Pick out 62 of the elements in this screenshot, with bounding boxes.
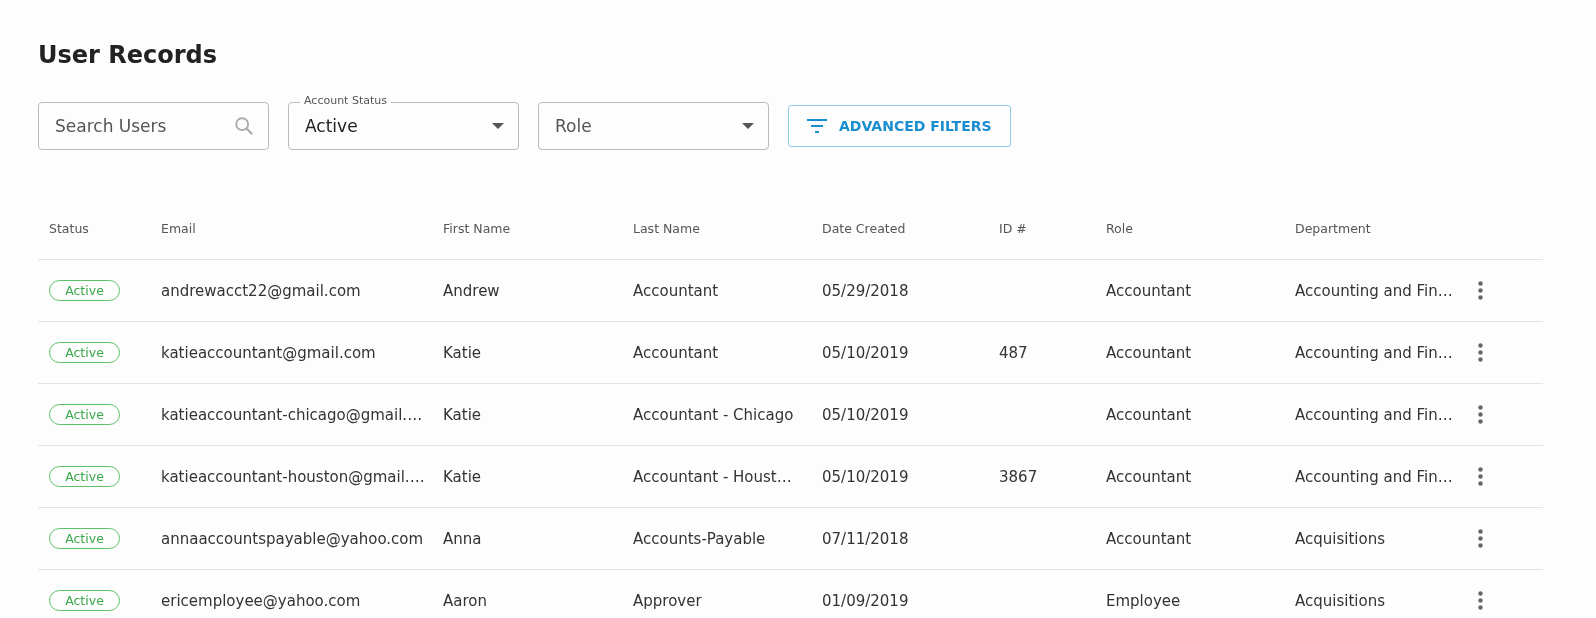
column-header[interactable]: Status [38,221,150,236]
column-header[interactable]: Department [1284,221,1470,236]
table-cell-text: Accounting and Fin… [1294,405,1454,424]
table-cell-text: Employee [1105,591,1182,610]
table-cell-text: Andrew [442,281,501,300]
kebab-icon [1478,467,1483,486]
table-cell-text: Katie [442,405,483,424]
table-cell-text: Accounts-Payable [632,529,767,548]
kebab-icon [1478,591,1483,610]
search-field[interactable]: Search Users [38,102,269,150]
table-cell-text: Anna [442,529,483,548]
table-cell-text: katieaccountant@gmail.com [160,343,377,362]
table-cell-text: Katie [442,467,483,486]
column-header[interactable]: ID # [988,221,1095,236]
table-cell-text: 01/09/2019 [821,591,910,610]
field-placeholder: Role [555,116,593,136]
table-cell-text: 05/10/2019 [821,343,910,362]
kebab-icon [1478,529,1483,548]
page-title: User Records [38,40,218,71]
table-cell-text: katieaccountant-chicago@gmail.… [160,405,424,424]
table-cell-text: Aaron [442,591,488,610]
table-cell-text: andrewacct22@gmail.com [160,281,362,300]
table-cell-text: Accountant [1105,467,1193,486]
caret-icon [742,123,754,129]
table-cell-text: 07/11/2018 [821,529,910,548]
table-cell-text: 487 [998,343,1029,362]
field-value: Active [305,116,359,136]
table-cell-text: Accountant - Houst… [632,467,793,486]
table-cell-text: katieaccountant-houston@gmail.… [160,467,426,486]
table-cell-text: Accountant [632,281,720,300]
table-cell-text: Accountant [1105,529,1193,548]
table-cell-text: Acquisitions [1294,591,1386,610]
dropdown-field[interactable]: Role [538,102,769,150]
column-header[interactable]: Date Created [811,221,988,236]
kebab-icon [1478,405,1483,424]
table-cell-text: annaaccountspayable@yahoo.com [160,529,425,548]
table-cell-text: Accounting and Fin… [1294,281,1454,300]
table-cell-text: ericemployee@yahoo.com [160,591,362,610]
table-cell-text: Acquisitions [1294,529,1386,548]
filter-icon [807,119,827,133]
table-cell-text: Approver [632,591,703,610]
table-cell-text: Accountant [1105,281,1193,300]
table-cell-text: Accountant [1105,405,1193,424]
column-header[interactable]: First Name [432,221,622,236]
table-cell-text: Accounting and Fin… [1294,467,1454,486]
table-cell-text: Accountant [632,343,720,362]
caret-icon [492,123,504,129]
table-cell-text: 05/10/2019 [821,405,910,424]
column-header[interactable]: Last Name [622,221,811,236]
column-header[interactable]: Role [1095,221,1284,236]
advanced-filters-button[interactable]: ADVANCED FILTERS [788,105,1011,147]
table-cell-text: 05/10/2019 [821,467,910,486]
kebab-icon [1478,281,1483,300]
column-header[interactable]: Email [150,221,432,236]
table-cell-text: Accountant [1105,343,1193,362]
table-cell-text: Accounting and Fin… [1294,343,1454,362]
table-cell-text: Katie [442,343,483,362]
table-cell-text: Accountant - Chicago [632,405,795,424]
kebab-icon [1478,343,1483,362]
table-cell-text: 3867 [998,467,1039,486]
search-icon [233,115,255,137]
table-cell-text: 05/29/2018 [821,281,910,300]
